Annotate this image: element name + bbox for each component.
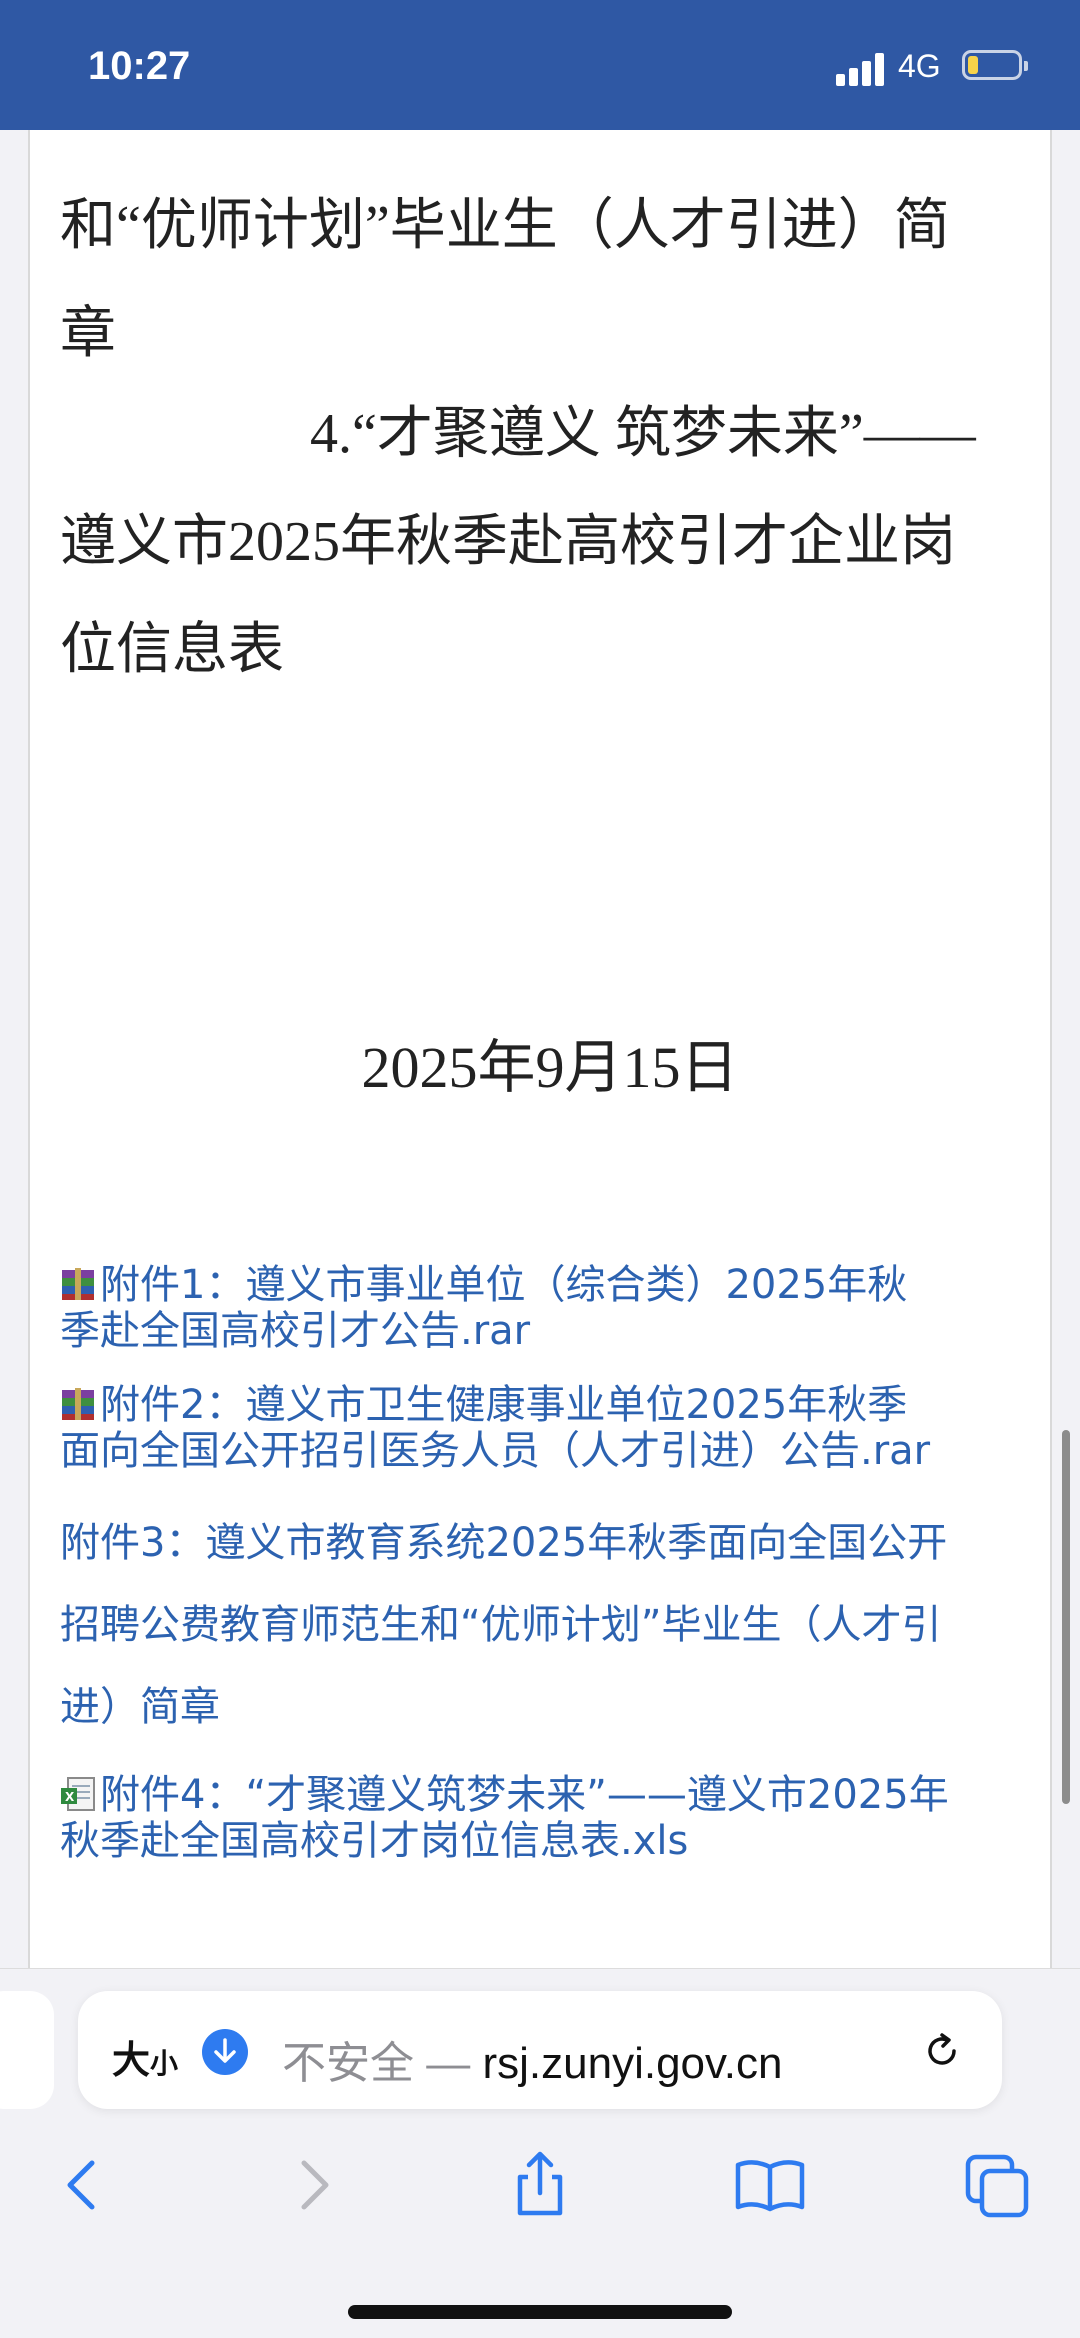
rar-archive-icon <box>60 1386 96 1422</box>
browser-bottom-bar: 大小 不安全 — rsj.zunyi.gov.cn <box>0 1968 1080 2338</box>
font-size-small-label: 小 <box>150 2047 179 2080</box>
network-type: 4G <box>898 48 941 84</box>
paragraph-line: 和“优师计划”毕业生（人才引进）简 <box>60 195 950 257</box>
bookmarks-icon[interactable] <box>730 2145 810 2225</box>
attachment-link-2[interactable]: 附件2：遵义市卫生健康事业单位2025年秋季 面向全国公开招引医务人员（人才引进… <box>60 1382 1050 1474</box>
attachment-link-1[interactable]: 附件1：遵义市事业单位（综合类）2025年秋 季赴全国高校引才公告.rar <box>60 1262 1050 1354</box>
download-icon[interactable] <box>202 2029 248 2075</box>
cellular-signal-icon <box>836 52 888 86</box>
publish-date: 2025年9月15日 <box>361 1035 739 1100</box>
home-indicator[interactable] <box>348 2305 732 2319</box>
attachment-link-3[interactable]: 附件3：遵义市教育系统2025年秋季面向全国公开 招聘公费教育师范生和“优师计划… <box>60 1502 1050 1748</box>
page-scrollbar[interactable] <box>1062 1430 1070 1804</box>
browser-toolbar <box>0 2135 1080 2235</box>
rar-archive-icon <box>60 1266 96 1302</box>
attachment-title-cont[interactable]: 进）简章 <box>60 1666 1050 1748</box>
reload-icon[interactable] <box>920 2029 964 2077</box>
tabs-icon[interactable] <box>958 2145 1038 2225</box>
attachment-title[interactable]: 附件4：“才聚遵义筑梦未来”——遵义市2025年 <box>100 1772 949 1818</box>
attachment-title-cont[interactable]: 招聘公费教育师范生和“优师计划”毕业生（人才引 <box>60 1584 1050 1666</box>
attachment-title[interactable]: 附件3：遵义市教育系统2025年秋季面向全国公开 <box>60 1502 1050 1584</box>
svg-text:X: X <box>65 1790 75 1804</box>
url-domain: rsj.zunyi.gov.cn <box>482 2039 783 2088</box>
article-paragraph: 和“优师计划”毕业生（人才引进）简 章 <box>60 172 1020 388</box>
status-time: 10:27 <box>88 44 191 88</box>
paragraph-line: 遵义市2025年秋季赴高校引才企业岗 <box>60 511 956 573</box>
web-page-content[interactable]: 和“优师计划”毕业生（人才引进）简 章 4.“才聚遵义 筑梦未来”—— 遵义市2… <box>28 130 1052 1968</box>
attachment-link-4[interactable]: X 附件4：“才聚遵义筑梦未来”——遵义市2025年 秋季赴全国高校引才岗位信息… <box>60 1772 1050 1864</box>
previous-tab-card[interactable] <box>0 1991 54 2109</box>
battery-icon <box>962 50 1028 80</box>
attachment-title[interactable]: 附件2：遵义市卫生健康事业单位2025年秋季 <box>100 1382 907 1428</box>
paragraph-line: 位信息表 <box>60 619 284 681</box>
url-display[interactable]: 不安全 — rsj.zunyi.gov.cn <box>282 2027 782 2091</box>
attachment-title-cont[interactable]: 秋季赴全国高校引才岗位信息表.xls <box>60 1818 1050 1864</box>
address-bar[interactable]: 大小 不安全 — rsj.zunyi.gov.cn <box>78 1991 1002 2109</box>
attachment-title-cont[interactable]: 面向全国公开招引医务人员（人才引进）公告.rar <box>60 1428 1050 1474</box>
status-bar: 10:27 4G <box>0 0 1080 130</box>
share-icon[interactable] <box>500 2145 580 2225</box>
forward-icon[interactable] <box>274 2145 354 2225</box>
attachment-title[interactable]: 附件1：遵义市事业单位（综合类）2025年秋 <box>100 1262 907 1308</box>
font-size-label: 大 <box>112 2038 151 2082</box>
item-4-heading: 4.“才聚遵义 筑梦未来”—— <box>310 403 976 465</box>
attachment-title-cont[interactable]: 季赴全国高校引才公告.rar <box>60 1308 1050 1354</box>
paragraph-line: 章 <box>60 303 116 365</box>
page-settings-button[interactable]: 大小 <box>112 2029 178 2084</box>
excel-file-icon: X <box>60 1776 96 1812</box>
back-icon[interactable] <box>42 2145 122 2225</box>
insecure-label: 不安全 — <box>282 2039 471 2088</box>
item-4-paragraph: 遵义市2025年秋季赴高校引才企业岗 位信息表 <box>60 488 1020 704</box>
